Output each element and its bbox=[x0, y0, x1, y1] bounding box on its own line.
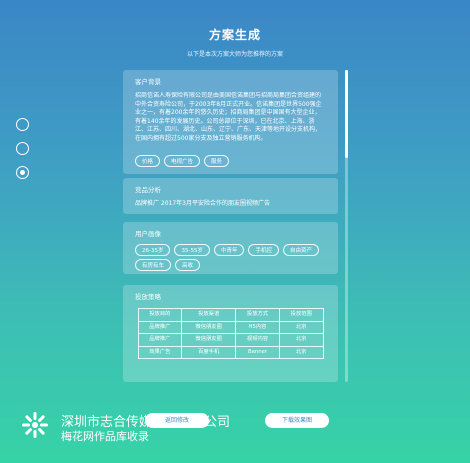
table-row: 效果广告 百度手机 Banner 北京 bbox=[137, 345, 324, 359]
user-profile-label: 用户画像 bbox=[135, 230, 161, 238]
table-header-cell: 投放目的 bbox=[137, 308, 183, 322]
table-cell: 视频内容 bbox=[235, 333, 280, 347]
user-tag: 有房有车 bbox=[135, 259, 172, 271]
user-tag: 手机控 bbox=[248, 244, 279, 256]
table-cell: 百度手机 bbox=[181, 345, 237, 359]
channel-strategy-label: 投放策略 bbox=[135, 293, 161, 301]
huaban-logo-icon bbox=[22, 412, 48, 438]
step-radio-2[interactable] bbox=[16, 142, 29, 155]
scrollbar-thumb[interactable] bbox=[345, 70, 348, 158]
step-radio-3[interactable] bbox=[16, 166, 29, 179]
table-row: 品牌推广 微信朋友圈 视频内容 北京 bbox=[137, 333, 324, 347]
user-tag: 自由资产 bbox=[283, 244, 320, 256]
page-subtitle: 以下是本次方案大师为您推荐的方案 bbox=[186, 51, 283, 58]
user-profile-card: 用户画像 26-35岁 35-55岁 中青年 手机控 自由资产 有房有车 高收 bbox=[123, 222, 338, 274]
table-header-cell: 投放方式 bbox=[235, 308, 280, 322]
table-cell: 微信朋友圈 bbox=[181, 320, 237, 334]
client-tag: 服务 bbox=[204, 155, 230, 167]
user-tag: 35-55岁 bbox=[174, 244, 210, 256]
client-background-card: 客户背景 招商信诺人寿保险有限公司是由美国信诺集团与招商局集团合资组建的中外合资… bbox=[123, 70, 338, 174]
step-radio-1[interactable] bbox=[16, 118, 29, 131]
client-tag: 电视广告 bbox=[164, 155, 201, 167]
table-cell: 北京 bbox=[278, 333, 324, 347]
competitor-text: 品牌推广 2017年3月平安险合作的朋友圈视频广告 bbox=[135, 200, 270, 207]
page-header: 方案生成 以下是本次方案大师为您推荐的方案 bbox=[0, 26, 470, 58]
channel-strategy-card: 投放策略 投放目的 投放渠道 投放方式 投放范围 品牌推广 微信朋友圈 H5内容… bbox=[123, 285, 338, 382]
table-cell: Banner bbox=[235, 345, 280, 359]
client-background-text: 招商信诺人寿保险有限公司是由美国信诺集团与招商局集团合资组建的中外合资寿险公司，… bbox=[135, 92, 322, 142]
user-tag: 高收 bbox=[175, 259, 201, 271]
download-button[interactable]: 下载效果图 bbox=[265, 413, 329, 428]
page-title: 方案生成 bbox=[208, 28, 261, 42]
user-profile-tags: 26-35岁 35-55岁 中青年 手机控 自由资产 有房有车 高收 bbox=[135, 244, 326, 271]
table-cell: 品牌推广 bbox=[137, 333, 183, 347]
user-tag: 中青年 bbox=[213, 244, 245, 256]
table-header-cell: 投放渠道 bbox=[181, 308, 237, 322]
table-cell: H5内容 bbox=[235, 320, 280, 334]
client-background-label: 客户背景 bbox=[135, 78, 161, 86]
table-cell: 品牌推广 bbox=[137, 320, 183, 334]
table-cell: 微信朋友圈 bbox=[181, 333, 237, 347]
step-radio-group bbox=[16, 118, 29, 190]
user-tag: 26-35岁 bbox=[135, 244, 171, 256]
competitor-card: 竞品分析 品牌推广 2017年3月平安险合作的朋友圈视频广告 bbox=[123, 178, 338, 214]
content-scrollbar[interactable] bbox=[345, 70, 348, 382]
client-tag: 价格 bbox=[135, 155, 161, 167]
table-header-cell: 投放范围 bbox=[278, 308, 324, 322]
table-row: 品牌推广 微信朋友圈 H5内容 北京 bbox=[137, 320, 324, 334]
table-cell: 效果广告 bbox=[137, 345, 183, 359]
competitor-label: 竞品分析 bbox=[135, 186, 161, 194]
table-header-row: 投放目的 投放渠道 投放方式 投放范围 bbox=[137, 308, 324, 322]
back-edit-button[interactable]: 返回修改 bbox=[145, 413, 209, 428]
table-cell: 北京 bbox=[278, 320, 324, 334]
client-tags: 价格 电视广告 服务 bbox=[135, 155, 326, 167]
source-watermark: 梅花网作品库收录 bbox=[61, 430, 149, 443]
channel-table: 投放目的 投放渠道 投放方式 投放范围 品牌推广 微信朋友圈 H5内容 北京 品… bbox=[137, 308, 324, 359]
table-cell: 北京 bbox=[278, 345, 324, 359]
